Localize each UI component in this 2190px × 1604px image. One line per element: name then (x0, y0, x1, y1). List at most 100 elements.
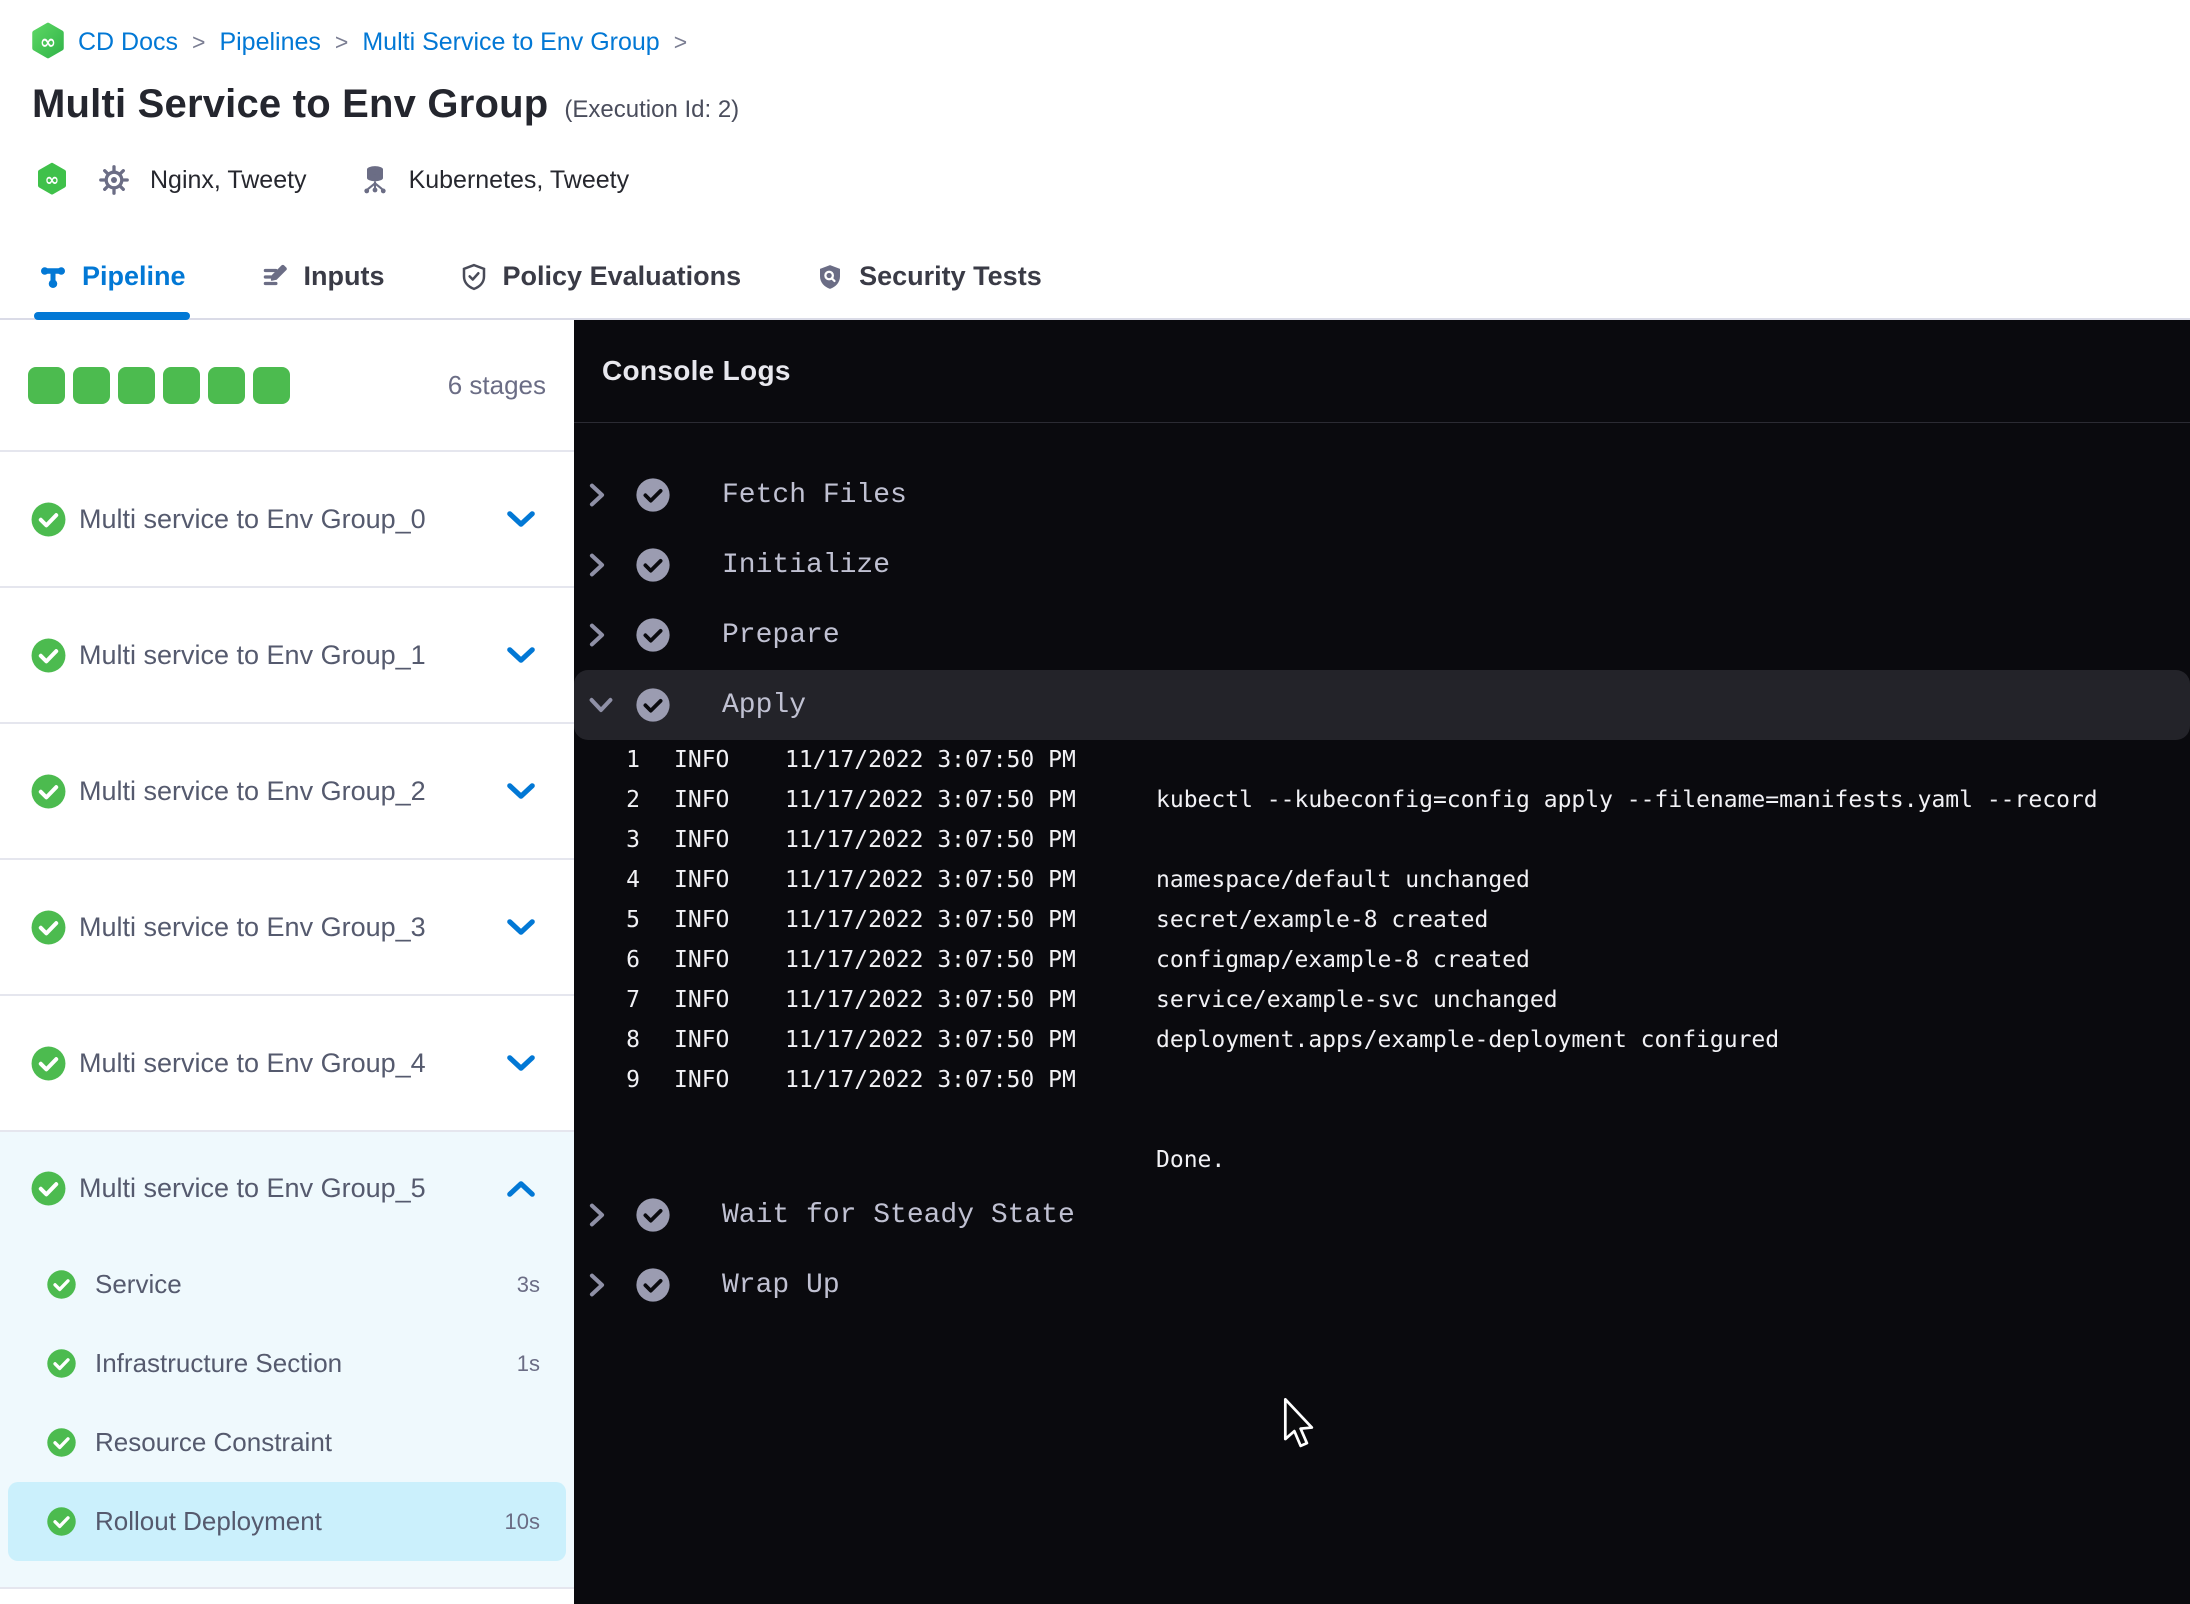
step-row[interactable]: Service 3s (8, 1245, 566, 1324)
console-step-row[interactable]: Fetch Files (574, 460, 2190, 530)
tab-inputs[interactable]: Inputs (260, 235, 385, 318)
tab-bar: Pipeline Inputs Policy Evaluations Secur… (0, 235, 2190, 320)
chevron-down-icon[interactable] (506, 510, 536, 528)
log-level: INFO (674, 747, 730, 773)
log-timestamp: 11/17/2022 3:07:50 PM (785, 907, 1076, 933)
step-duration: 3s (516, 1271, 540, 1297)
chevron-right-icon[interactable] (588, 1202, 606, 1228)
log-level: INFO (674, 987, 730, 1013)
gear-icon (96, 162, 132, 198)
step-name: Rollout Deployment (95, 1506, 322, 1536)
stage-row[interactable]: Multi service to Env Group_2 (0, 724, 574, 858)
console-step-success-icon (634, 1266, 672, 1304)
log-line-number: 7 (626, 987, 640, 1013)
chevron-down-icon[interactable] (506, 918, 536, 936)
console-step-row[interactable]: Wrap Up (574, 1250, 2190, 1320)
stage-row[interactable]: Multi service to Env Group_5 (0, 1132, 574, 1245)
console-step-success-icon (634, 546, 672, 584)
stage-success-square (163, 366, 200, 404)
log-line-number: 8 (626, 1027, 640, 1053)
chevron-down-icon[interactable] (588, 696, 614, 714)
log-line-number: 9 (626, 1067, 640, 1093)
breadcrumb-link[interactable]: Multi Service to Env Group (362, 28, 659, 57)
page-title: Multi Service to Env Group (32, 82, 549, 126)
console-step-row[interactable]: Apply (574, 670, 2190, 740)
tab-pipeline[interactable]: Pipeline (34, 235, 190, 320)
console-step-row[interactable]: Initialize (574, 530, 2190, 600)
chevron-down-icon[interactable] (506, 646, 536, 664)
log-message: secret/example-8 created (1156, 907, 1489, 933)
stage-sidebar: 6 stages Multi service to Env Group_0 Mu… (0, 320, 574, 1604)
step-row[interactable]: Rollout Deployment 10s (8, 1482, 566, 1561)
step-success-check-icon (46, 1506, 77, 1537)
step-success-check-icon (46, 1427, 77, 1458)
step-success-check-icon (46, 1348, 77, 1379)
log-message: service/example-svc unchanged (1156, 987, 1558, 1013)
chevron-right-icon[interactable] (588, 482, 606, 508)
stage-row[interactable]: Multi service to Env Group_0 (0, 452, 574, 586)
console-step-row[interactable]: Wait for Steady State (574, 1180, 2190, 1250)
log-line-number: 6 (626, 947, 640, 973)
log-line-number: 2 (626, 787, 640, 813)
breadcrumb-link[interactable]: CD Docs (78, 28, 178, 57)
stage-name: Multi service to Env Group_5 (79, 1173, 426, 1203)
pipeline-execution-page: ∞ CD Docs > Pipelines > Multi Service to… (0, 0, 2190, 1604)
stage-row[interactable]: Multi service to Env Group_1 (0, 588, 574, 722)
log-timestamp: 11/17/2022 3:07:50 PM (785, 787, 1076, 813)
log-line-number: 1 (626, 747, 640, 773)
mouse-cursor (1282, 1398, 1316, 1450)
security-shield-scan-icon (815, 262, 845, 292)
log-level: INFO (674, 787, 730, 813)
stage-name: Multi service to Env Group_1 (79, 639, 426, 670)
log-timestamp: 11/17/2022 3:07:50 PM (785, 747, 1076, 773)
stage-name: Multi service to Env Group_4 (79, 1047, 426, 1078)
log-line-number: 5 (626, 907, 640, 933)
chevron-right-icon[interactable] (588, 622, 606, 648)
stage-name: Multi service to Env Group_0 (79, 503, 426, 534)
log-level: INFO (674, 827, 730, 853)
log-timestamp: 11/17/2022 3:07:50 PM (785, 1067, 1076, 1093)
svg-text:∞: ∞ (40, 30, 56, 53)
chevron-up-icon[interactable] (506, 1180, 536, 1198)
chevron-right-icon[interactable] (588, 552, 606, 578)
pipeline-icon (38, 262, 68, 292)
log-level: INFO (674, 947, 730, 973)
policy-shield-check-icon (459, 262, 489, 292)
log-level: INFO (674, 907, 730, 933)
log-line: 1 INFO 11/17/2022 3:07:50 PM (574, 740, 2190, 780)
console-step-name: Apply (722, 689, 807, 721)
step-row[interactable]: Resource Constraint (8, 1403, 566, 1482)
stage-row[interactable]: Multi service to Env Group_3 (0, 860, 574, 994)
breadcrumb-link[interactable]: Pipelines (219, 28, 320, 57)
stage-row[interactable]: Multi service to Env Group_4 (0, 996, 574, 1130)
log-lines: 1 INFO 11/17/2022 3:07:50 PM 2 INFO 11/1… (574, 740, 2190, 1180)
log-line-number: 4 (626, 867, 640, 893)
log-timestamp: 11/17/2022 3:07:50 PM (785, 827, 1076, 853)
log-message: namespace/default unchanged (1156, 867, 1530, 893)
stage-success-square (28, 366, 65, 404)
console-step-row[interactable]: Prepare (574, 600, 2190, 670)
console-step-success-icon (634, 616, 672, 654)
breadcrumb: ∞ CD Docs > Pipelines > Multi Service to… (30, 22, 689, 62)
step-row[interactable]: Infrastructure Section 1s (8, 1324, 566, 1403)
chevron-down-icon[interactable] (506, 782, 536, 800)
console-step-name: Fetch Files (722, 479, 907, 511)
log-timestamp: 11/17/2022 3:07:50 PM (785, 987, 1076, 1013)
harness-cd-logo-icon: ∞ (30, 22, 66, 62)
console-step-name: Prepare (722, 619, 840, 651)
log-timestamp: 11/17/2022 3:07:50 PM (785, 867, 1076, 893)
log-timestamp: 11/17/2022 3:07:50 PM (785, 1027, 1076, 1053)
log-message: Done. (1156, 1147, 1226, 1173)
breadcrumb-separator-icon: > (334, 28, 349, 55)
log-level: INFO (674, 1027, 730, 1053)
tab-policy-evaluations[interactable]: Policy Evaluations (459, 235, 741, 318)
execution-id: (Execution Id: 2) (564, 96, 740, 123)
chevron-down-icon[interactable] (506, 1054, 536, 1072)
stage-name: Multi service to Env Group_3 (79, 911, 426, 942)
tab-security-tests[interactable]: Security Tests (815, 235, 1042, 318)
chevron-right-icon[interactable] (588, 1272, 606, 1298)
log-level: INFO (674, 867, 730, 893)
console-step-name: Wrap Up (722, 1269, 840, 1301)
log-line: 7 INFO 11/17/2022 3:07:50 PM service/exa… (574, 980, 2190, 1020)
